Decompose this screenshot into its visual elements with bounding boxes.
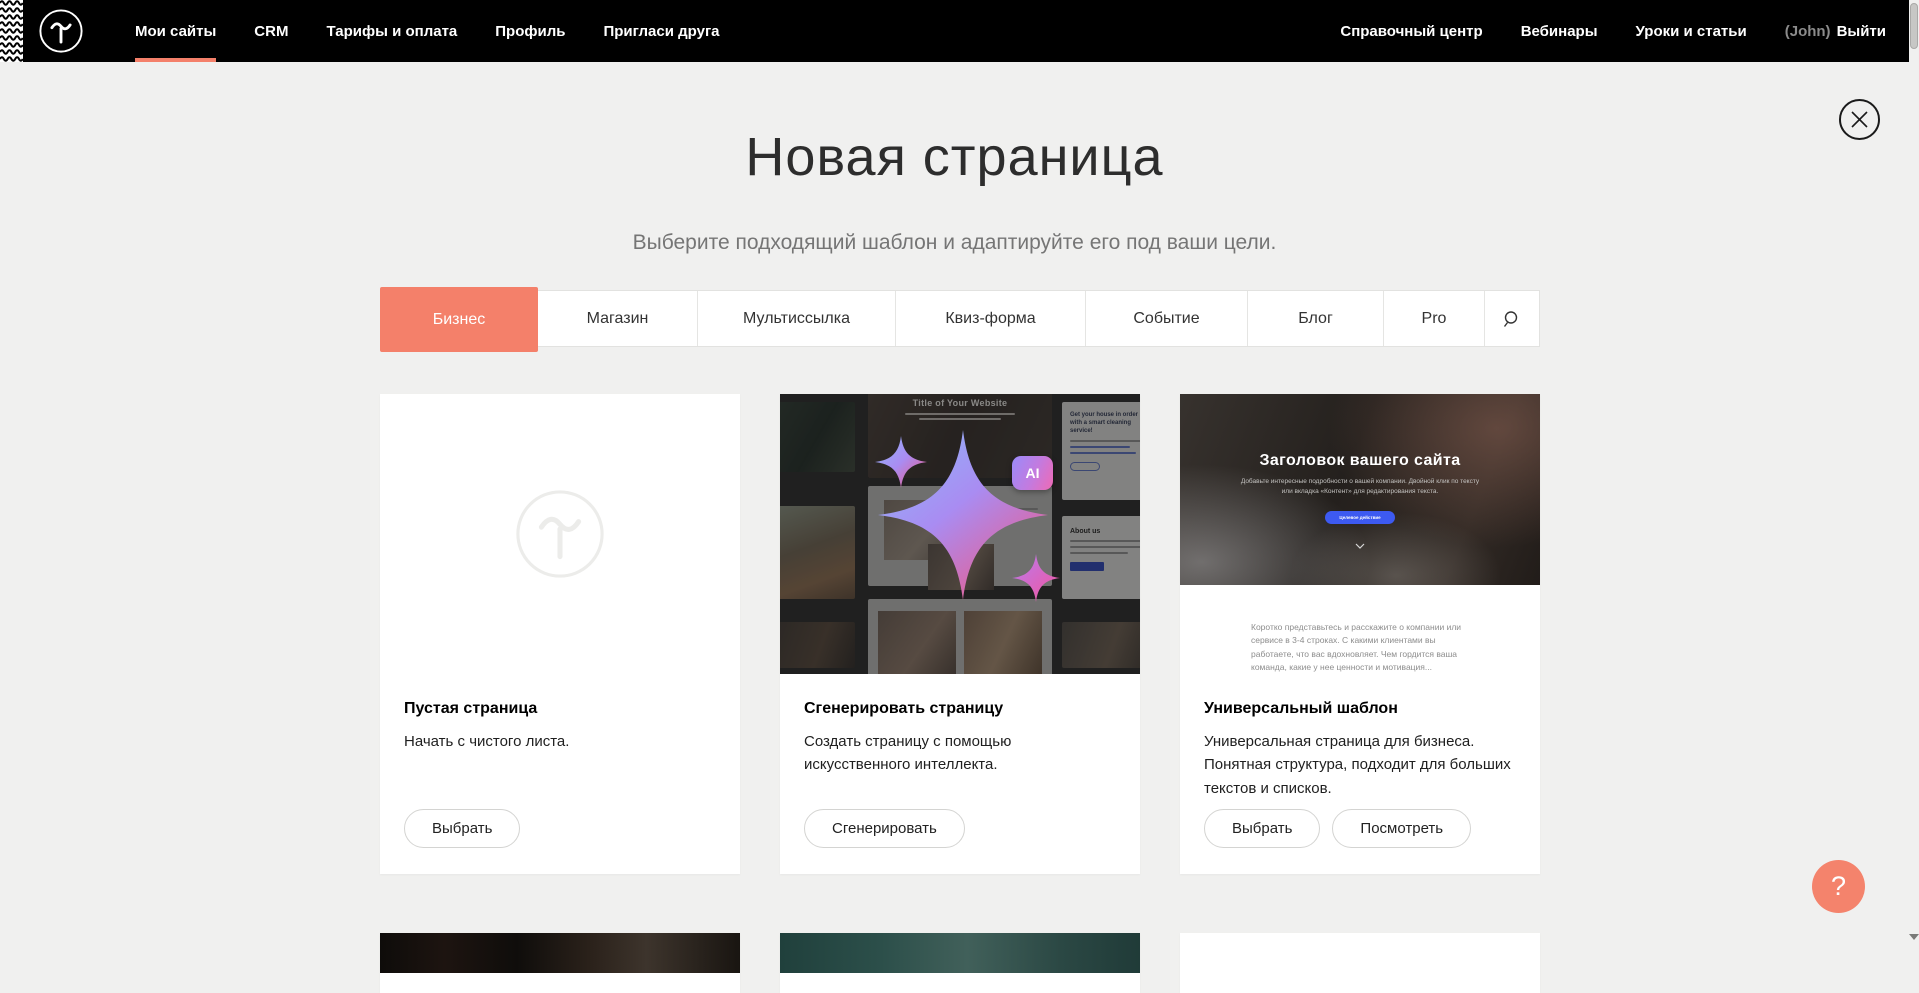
user-session: (John) Выйти: [1766, 23, 1905, 40]
search-tab[interactable]: [1485, 291, 1539, 346]
template-hero-title: Заголовок вашего сайта: [1180, 452, 1540, 470]
nav-help-center[interactable]: Справочный центр: [1321, 23, 1501, 40]
template-category-tabs: Бизнес Магазин Мультиссылка Квиз-форма С…: [380, 290, 1540, 347]
main-nav: Мои сайты CRM Тарифы и оплата Профиль Пр…: [116, 0, 739, 62]
card-preview-sliver: [380, 933, 740, 973]
chevron-down-icon: [1355, 538, 1365, 548]
card-ai-generate[interactable]: Title of Your Website: [780, 394, 1140, 874]
card-title: Универсальный шаблон: [1204, 700, 1516, 718]
nav-pricing[interactable]: Тарифы и оплата: [307, 0, 476, 62]
ai-badge: AI: [1012, 456, 1053, 490]
logout-link[interactable]: Выйти: [1837, 23, 1886, 40]
tilda-watermark-icon: [513, 487, 607, 581]
tab-business[interactable]: Бизнес: [380, 287, 538, 352]
template-body-text: Коротко представьтесь и расскажите о ком…: [1251, 585, 1469, 674]
card-partial[interactable]: [380, 933, 740, 993]
template-card-grid-row2: [380, 933, 1540, 993]
ai-preview-collage: Title of Your Website: [780, 394, 1140, 674]
universal-template-preview: Заголовок вашего сайта Добавьте интересн…: [1180, 394, 1540, 674]
template-cta-button: Целевое действие: [1325, 511, 1395, 524]
zigzag-decoration: [0, 0, 23, 62]
tab-store[interactable]: Магазин: [538, 291, 698, 346]
generate-button[interactable]: Сгенерировать: [804, 809, 965, 848]
card-blank-page[interactable]: Пустая страница Начать с чистого листа. …: [380, 394, 740, 874]
tab-pro[interactable]: Pro: [1384, 291, 1485, 346]
blank-page-preview: [380, 394, 740, 674]
card-partial[interactable]: [1180, 933, 1540, 993]
template-hero-subtitle: Добавьте интересные подробности о вашей …: [1240, 477, 1480, 498]
card-universal-template[interactable]: Заголовок вашего сайта Добавьте интересн…: [1180, 394, 1540, 874]
card-title: Сгенерировать страницу: [804, 700, 1116, 718]
nav-profile[interactable]: Профиль: [476, 0, 584, 62]
nav-lessons[interactable]: Уроки и статьи: [1617, 23, 1766, 40]
search-icon: [1503, 310, 1521, 328]
scrollbar[interactable]: [1909, 0, 1919, 944]
scrollbar-thumb[interactable]: [1910, 3, 1918, 49]
select-button[interactable]: Выбрать: [404, 809, 520, 848]
card-title: Пустая страница: [404, 700, 716, 718]
nav-invite-friend[interactable]: Пригласи друга: [584, 0, 738, 62]
card-preview-sliver: [780, 933, 1140, 973]
secondary-nav: Справочный центр Вебинары Уроки и статьи…: [1321, 0, 1905, 62]
nav-webinars[interactable]: Вебинары: [1502, 23, 1617, 40]
user-name: (John): [1785, 23, 1831, 40]
nav-crm[interactable]: CRM: [235, 0, 307, 62]
page-subtitle: Выберите подходящий шаблон и адаптируйте…: [0, 231, 1909, 255]
tab-quiz-form[interactable]: Квиз-форма: [896, 291, 1086, 346]
template-hero: Заголовок вашего сайта Добавьте интересн…: [1180, 394, 1540, 585]
page-title: Новая страница: [0, 126, 1909, 188]
tilda-logo-icon[interactable]: [38, 8, 84, 54]
template-body: Коротко представьтесь и расскажите о ком…: [1180, 585, 1540, 674]
nav-my-sites[interactable]: Мои сайты: [116, 0, 235, 62]
card-partial[interactable]: [780, 933, 1140, 993]
close-button[interactable]: [1839, 99, 1880, 140]
top-navbar: Мои сайты CRM Тарифы и оплата Профиль Пр…: [0, 0, 1919, 62]
ai-sparkle-small-icon: [1012, 554, 1060, 602]
tab-event[interactable]: Событие: [1086, 291, 1248, 346]
card-description: Универсальная страница для бизнеса. Поня…: [1204, 730, 1516, 800]
select-button[interactable]: Выбрать: [1204, 809, 1320, 848]
card-preview-sliver: [1180, 933, 1540, 973]
preview-button[interactable]: Посмотреть: [1332, 809, 1471, 848]
card-description: Создать страницу с помощью искусственног…: [804, 730, 1116, 777]
scrollbar-down-arrow-icon[interactable]: [1909, 934, 1919, 940]
tab-blog[interactable]: Блог: [1248, 291, 1384, 346]
template-card-grid: Пустая страница Начать с чистого листа. …: [380, 394, 1540, 874]
tab-multilink[interactable]: Мультиссылка: [698, 291, 896, 346]
help-button[interactable]: ?: [1812, 860, 1865, 913]
card-description: Начать с чистого листа.: [404, 730, 716, 753]
close-icon: [1850, 110, 1869, 129]
